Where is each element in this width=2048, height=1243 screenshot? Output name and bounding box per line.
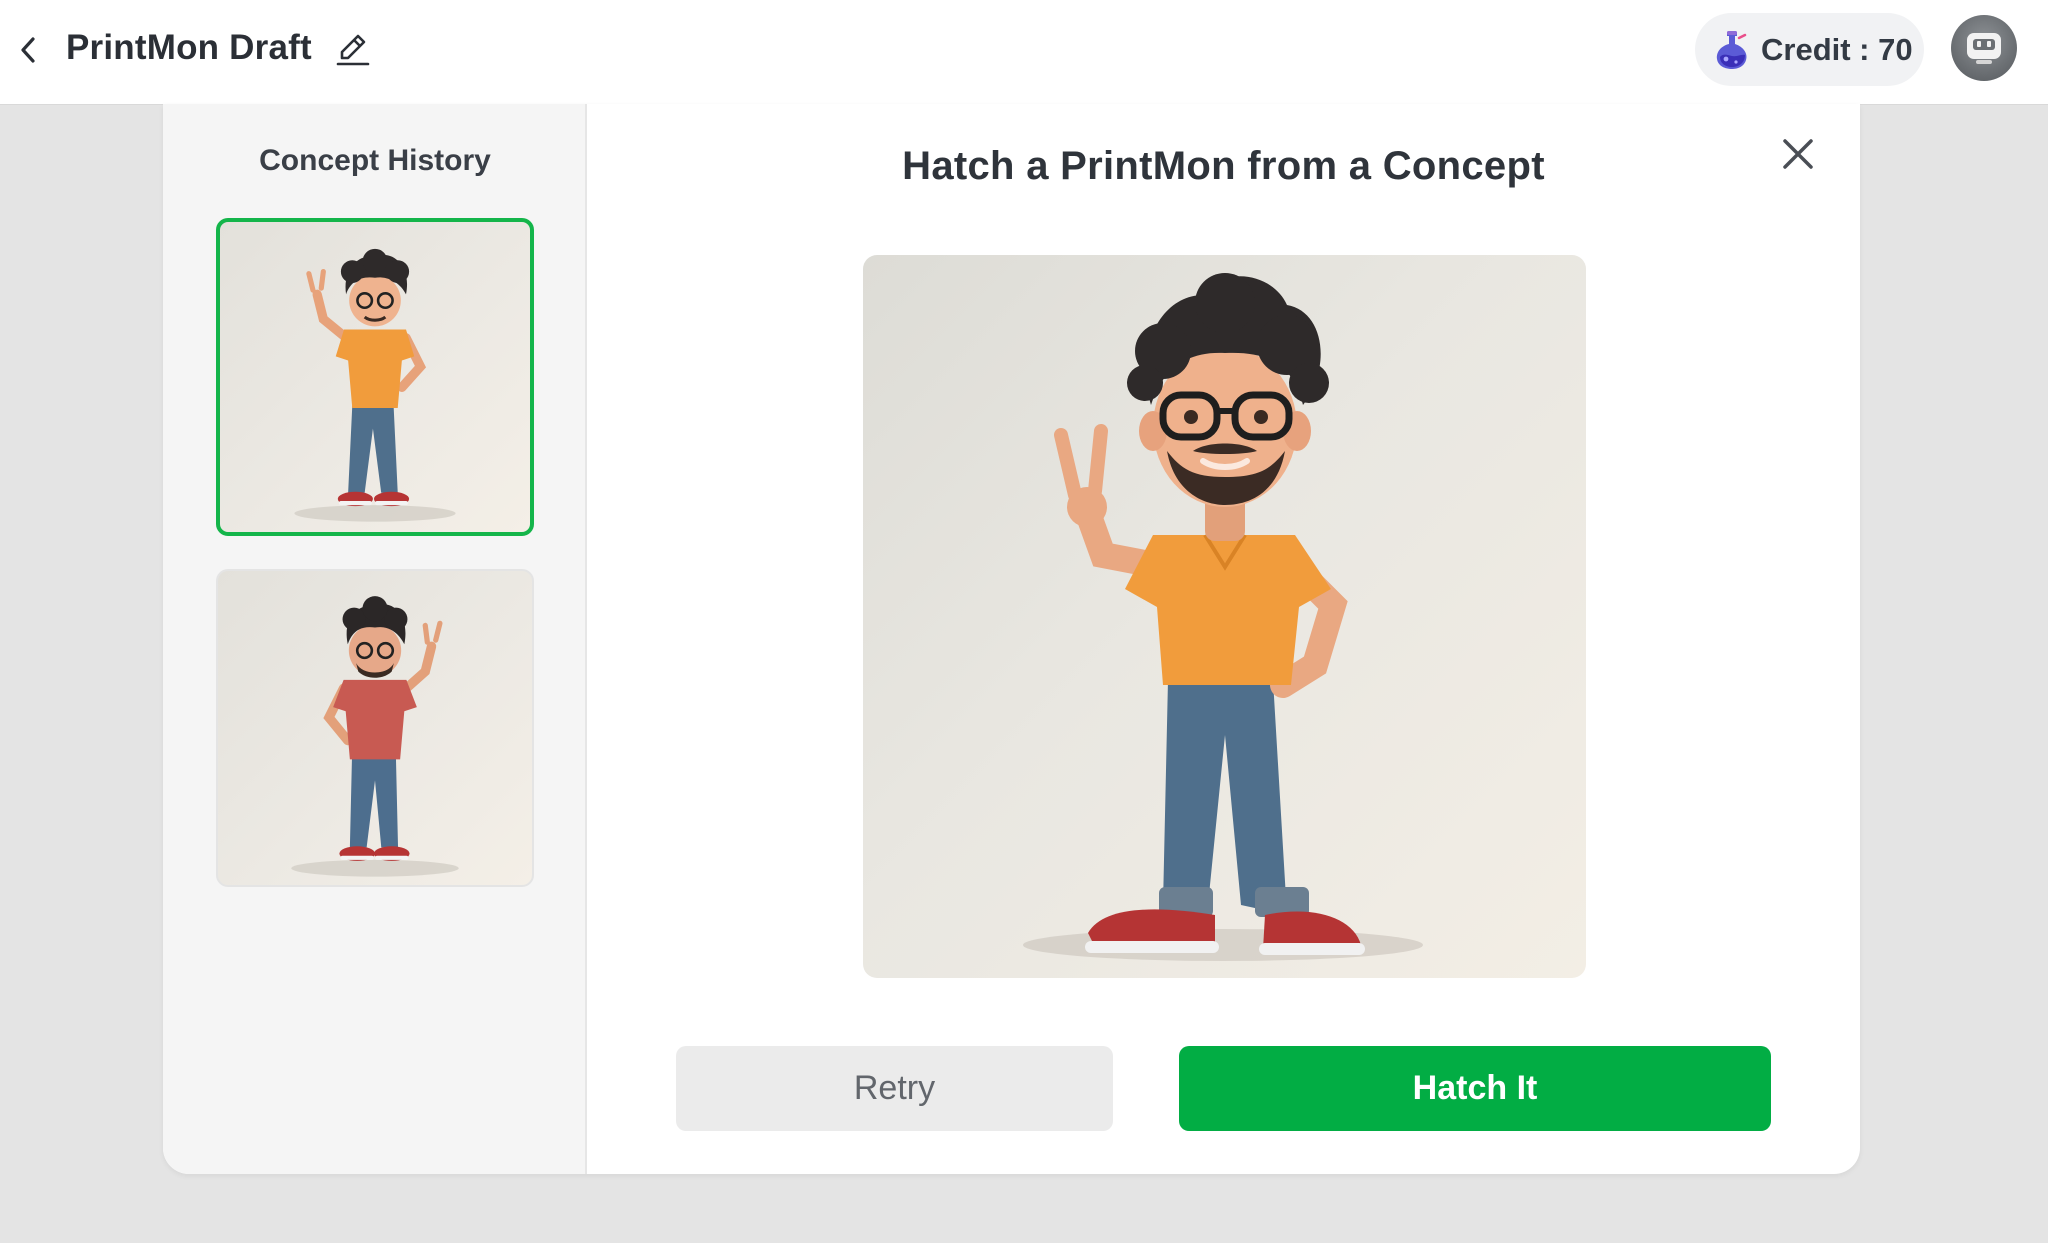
edit-title-button[interactable] [332, 28, 374, 70]
hatch-it-button[interactable]: Hatch It [1179, 1046, 1771, 1131]
modal-title: Hatch a PrintMon from a Concept [902, 144, 1545, 188]
robot-avatar-icon [1967, 33, 2001, 64]
draft-title: PrintMon Draft [66, 28, 312, 67]
concept-thumbnail-2[interactable] [216, 569, 534, 887]
chevron-left-icon [21, 37, 35, 63]
back-button[interactable] [12, 30, 44, 70]
potion-flask-icon [1716, 30, 1747, 69]
character-image [291, 596, 459, 877]
concept-history-title: Concept History [259, 144, 491, 177]
concept-preview-image [863, 255, 1586, 978]
hatch-modal: Concept History Hatch a PrintMon from a … [163, 104, 1860, 1174]
credit-label: Credit : 70 [1761, 31, 1913, 67]
character-image [294, 248, 456, 522]
retry-button[interactable]: Retry [676, 1046, 1113, 1131]
close-icon [1783, 139, 1813, 169]
credit-balance[interactable]: Credit : 70 [1695, 13, 1924, 86]
pencil-icon [336, 34, 370, 66]
close-modal-button[interactable] [1768, 124, 1828, 184]
concept-history-panel: Concept History [163, 104, 587, 1174]
top-bar: PrintMon Draft Credit : 70 [0, 0, 2048, 105]
concept-thumbnail-1[interactable] [216, 218, 534, 536]
character-image [1023, 273, 1423, 961]
user-avatar[interactable] [1951, 15, 2017, 81]
